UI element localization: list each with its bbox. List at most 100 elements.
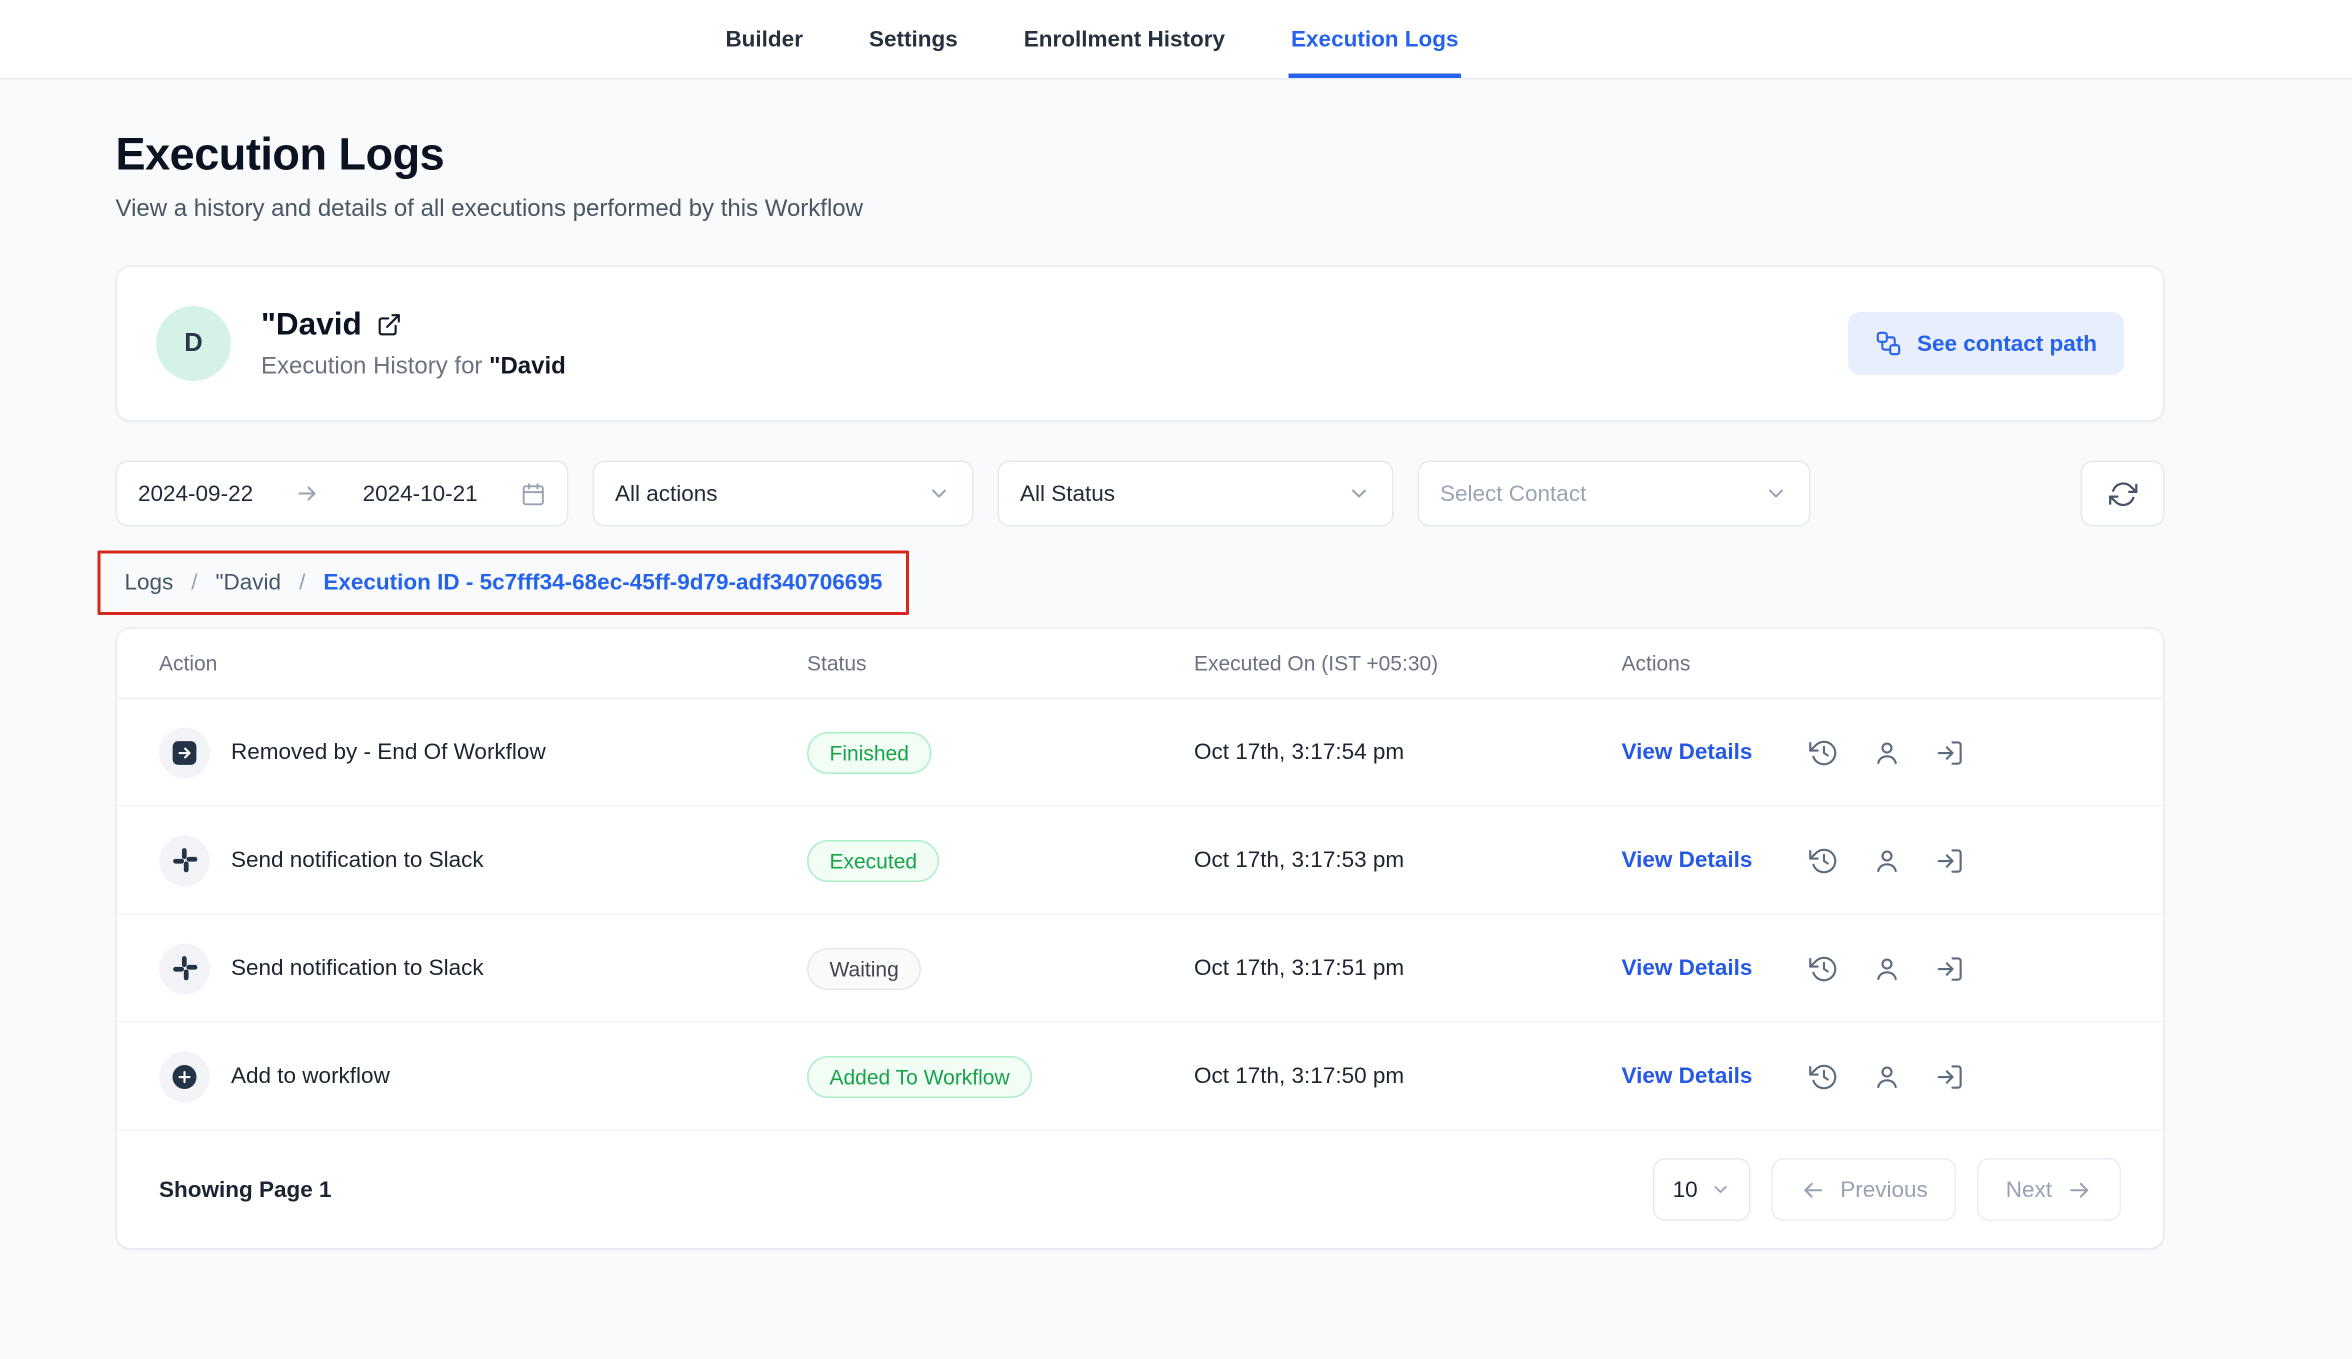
user-icon[interactable] bbox=[1872, 737, 1902, 767]
column-header-executed-on: Executed On (IST +05:30) bbox=[1194, 651, 1622, 675]
contact-card: D "David Execution History for "David Se… bbox=[116, 266, 2165, 422]
history-icon[interactable] bbox=[1809, 845, 1839, 875]
chevron-down-icon bbox=[1764, 482, 1788, 506]
tab-settings[interactable]: Settings bbox=[866, 0, 961, 78]
slack-icon bbox=[159, 943, 210, 994]
date-from-value: 2024-09-22 bbox=[138, 481, 253, 507]
status-badge: Added To Workflow bbox=[807, 1055, 1032, 1097]
add-to-workflow-icon bbox=[159, 1051, 210, 1102]
chevron-down-icon bbox=[1347, 482, 1371, 506]
tab-enrollment-history[interactable]: Enrollment History bbox=[1021, 0, 1228, 78]
page-subtitle: View a history and details of all execut… bbox=[116, 197, 2165, 224]
contact-subtitle-prefix: Execution History for bbox=[261, 353, 489, 379]
previous-button[interactable]: Previous bbox=[1771, 1158, 1956, 1221]
chevron-down-icon bbox=[927, 482, 951, 506]
page-size-select[interactable]: 10 bbox=[1653, 1158, 1750, 1221]
login-icon[interactable] bbox=[1935, 737, 1965, 767]
see-contact-path-label: See contact path bbox=[1917, 331, 2097, 357]
removed-by-workflow-icon bbox=[159, 727, 210, 778]
breadcrumb-separator: / bbox=[191, 570, 197, 596]
filters-bar: 2024-09-22 2024-10-21 All actions All St… bbox=[116, 461, 2165, 527]
contact-name: "David bbox=[261, 307, 362, 343]
previous-label: Previous bbox=[1840, 1177, 1928, 1203]
actions-filter-value: All actions bbox=[615, 481, 718, 507]
next-button[interactable]: Next bbox=[1977, 1158, 2121, 1221]
history-icon[interactable] bbox=[1809, 1061, 1839, 1091]
app: Builder Settings Enrollment History Exec… bbox=[0, 0, 2352, 1359]
login-icon[interactable] bbox=[1935, 953, 1965, 983]
contact-path-icon bbox=[1875, 330, 1902, 357]
nav-tabs: Builder Settings Enrollment History Exec… bbox=[722, 0, 1461, 78]
view-details-link[interactable]: View Details bbox=[1622, 1064, 1753, 1090]
see-contact-path-button[interactable]: See contact path bbox=[1848, 312, 2124, 375]
action-label: Removed by - End Of Workflow bbox=[231, 740, 546, 766]
slack-icon bbox=[159, 835, 210, 886]
status-badge: Waiting bbox=[807, 947, 921, 989]
calendar-icon bbox=[520, 481, 546, 507]
executed-on-value: Oct 17th, 3:17:54 pm bbox=[1194, 740, 1622, 766]
action-label: Add to workflow bbox=[231, 1064, 390, 1090]
table-footer: Showing Page 1 10 Previous bbox=[117, 1131, 2163, 1248]
table-row: Add to workflow Added To Workflow Oct 17… bbox=[117, 1023, 2163, 1131]
execution-logs-table: Action Status Executed On (IST +05:30) A… bbox=[116, 627, 2165, 1250]
arrow-right-icon bbox=[2067, 1177, 2093, 1203]
refresh-icon bbox=[2108, 479, 2137, 508]
date-range-picker[interactable]: 2024-09-22 2024-10-21 bbox=[116, 461, 569, 527]
breadcrumb-separator: / bbox=[299, 570, 305, 596]
breadcrumb-execution-id[interactable]: Execution ID - 5c7fff34-68ec-45ff-9d79-a… bbox=[323, 570, 882, 596]
view-details-link[interactable]: View Details bbox=[1622, 956, 1753, 982]
chevron-down-icon bbox=[1710, 1179, 1731, 1200]
status-badge: Executed bbox=[807, 839, 940, 881]
login-icon[interactable] bbox=[1935, 1061, 1965, 1091]
table-row: Removed by - End Of Workflow Finished Oc… bbox=[117, 699, 2163, 807]
user-icon[interactable] bbox=[1872, 953, 1902, 983]
action-label: Send notification to Slack bbox=[231, 956, 484, 982]
tab-execution-logs[interactable]: Execution Logs bbox=[1288, 0, 1462, 78]
column-header-action: Action bbox=[159, 651, 807, 675]
next-label: Next bbox=[2006, 1177, 2052, 1203]
status-filter-select[interactable]: All Status bbox=[998, 461, 1394, 527]
top-nav: Builder Settings Enrollment History Exec… bbox=[0, 0, 2352, 80]
page-size-value: 10 bbox=[1673, 1177, 1698, 1203]
contact-filter-select[interactable]: Select Contact bbox=[1418, 461, 1811, 527]
executed-on-value: Oct 17th, 3:17:50 pm bbox=[1194, 1064, 1622, 1090]
table-row: Send notification to Slack Waiting Oct 1… bbox=[117, 915, 2163, 1023]
arrow-right-icon bbox=[296, 482, 320, 506]
page-title: Execution Logs bbox=[116, 131, 2165, 182]
user-icon[interactable] bbox=[1872, 1061, 1902, 1091]
contact-filter-placeholder: Select Contact bbox=[1440, 481, 1586, 507]
showing-page-label: Showing Page 1 bbox=[159, 1177, 332, 1203]
column-header-status: Status bbox=[807, 651, 1194, 675]
refresh-button[interactable] bbox=[2081, 461, 2165, 527]
breadcrumb-logs[interactable]: Logs bbox=[125, 570, 174, 596]
contact-info: D "David Execution History for "David bbox=[156, 306, 566, 381]
view-details-link[interactable]: View Details bbox=[1622, 848, 1753, 874]
tab-builder[interactable]: Builder bbox=[722, 0, 806, 78]
action-label: Send notification to Slack bbox=[231, 848, 484, 874]
breadcrumb-highlight-box: Logs / "David / Execution ID - 5c7fff34-… bbox=[98, 551, 910, 616]
view-details-link[interactable]: View Details bbox=[1622, 740, 1753, 766]
actions-filter-select[interactable]: All actions bbox=[593, 461, 974, 527]
user-icon[interactable] bbox=[1872, 845, 1902, 875]
executed-on-value: Oct 17th, 3:17:51 pm bbox=[1194, 956, 1622, 982]
table-row: Send notification to Slack Executed Oct … bbox=[117, 807, 2163, 915]
arrow-left-icon bbox=[1800, 1177, 1826, 1203]
contact-meta: "David Execution History for "David bbox=[261, 307, 566, 381]
external-link-icon[interactable] bbox=[377, 312, 403, 338]
table-header-row: Action Status Executed On (IST +05:30) A… bbox=[117, 629, 2163, 700]
history-icon[interactable] bbox=[1809, 737, 1839, 767]
column-header-actions: Actions bbox=[1622, 651, 2122, 675]
breadcrumb-contact[interactable]: "David bbox=[216, 570, 282, 596]
history-icon[interactable] bbox=[1809, 953, 1839, 983]
breadcrumb: Logs / "David / Execution ID - 5c7fff34-… bbox=[125, 570, 883, 596]
login-icon[interactable] bbox=[1935, 845, 1965, 875]
status-filter-value: All Status bbox=[1020, 481, 1115, 507]
avatar: D bbox=[156, 306, 231, 381]
executed-on-value: Oct 17th, 3:17:53 pm bbox=[1194, 848, 1622, 874]
main-content: Execution Logs View a history and detail… bbox=[116, 131, 2165, 1250]
contact-subtitle: Execution History for "David bbox=[261, 353, 566, 380]
date-to-value: 2024-10-21 bbox=[363, 481, 478, 507]
contact-subtitle-name: "David bbox=[489, 353, 566, 379]
status-badge: Finished bbox=[807, 731, 931, 773]
pagination-controls: 10 Previous Next bbox=[1653, 1158, 2121, 1221]
